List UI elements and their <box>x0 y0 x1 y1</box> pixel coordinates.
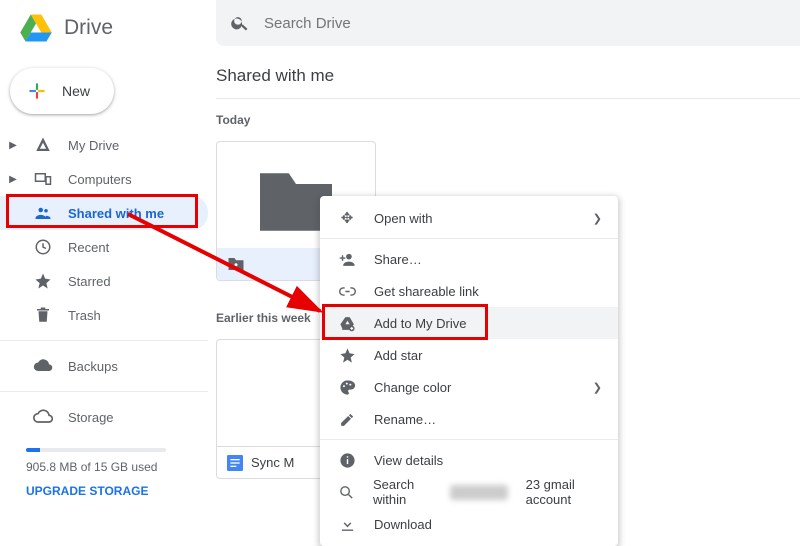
menu-get-link[interactable]: Get shareable link <box>320 275 618 307</box>
shared-folder-small-icon <box>227 255 245 273</box>
link-icon <box>338 283 356 300</box>
new-button[interactable]: New <box>10 68 114 114</box>
divider <box>0 391 208 392</box>
redacted-account-name: xxxxxxx <box>450 485 508 500</box>
page-title: Shared with me <box>216 56 800 98</box>
search-bar[interactable] <box>216 0 800 46</box>
sidebar-item-shared-with-me[interactable]: Shared with me <box>0 196 208 230</box>
divider <box>0 340 208 341</box>
search-input[interactable] <box>264 15 664 32</box>
sidebar: New ▶ My Drive ▶ Computers Shared with m… <box>0 56 208 516</box>
trash-icon <box>32 306 54 324</box>
menu-add-star[interactable]: Add star <box>320 339 618 371</box>
menu-share[interactable]: Share… <box>320 243 618 275</box>
star-icon <box>32 272 54 290</box>
divider <box>320 238 618 239</box>
search-icon <box>338 484 355 501</box>
rename-icon <box>338 411 356 428</box>
devices-icon <box>32 170 54 188</box>
menu-open-with[interactable]: ✥ Open with ❯ <box>320 202 618 234</box>
sidebar-item-label: Recent <box>68 240 109 255</box>
top-bar: Drive <box>0 0 800 56</box>
download-icon <box>338 516 356 533</box>
sidebar-item-label: Storage <box>68 410 114 425</box>
sidebar-item-label: Shared with me <box>68 206 164 221</box>
cloud-icon <box>32 356 54 376</box>
people-icon <box>32 204 54 222</box>
sidebar-item-label: My Drive <box>68 138 119 153</box>
docs-icon <box>227 455 243 471</box>
chevron-right-icon: ▶ <box>8 174 18 185</box>
divider <box>216 98 800 99</box>
menu-search-within[interactable]: Search within xxxxxxx 23 gmail account <box>320 476 618 508</box>
drive-logo-icon <box>18 10 54 46</box>
search-icon <box>230 13 250 33</box>
star-outline-icon <box>338 347 356 364</box>
person-add-icon <box>338 251 356 268</box>
storage-bar <box>26 448 166 452</box>
menu-add-to-drive[interactable]: Add to My Drive <box>320 307 618 339</box>
info-icon <box>338 452 356 469</box>
sidebar-item-storage[interactable]: Storage <box>0 400 208 434</box>
clock-icon <box>32 238 54 256</box>
app-logo[interactable]: Drive <box>0 10 216 46</box>
drive-add-icon <box>338 315 356 332</box>
menu-rename[interactable]: Rename… <box>320 403 618 435</box>
drive-icon <box>32 136 54 154</box>
new-button-label: New <box>62 83 90 99</box>
sidebar-item-label: Starred <box>68 274 111 289</box>
section-today-label: Today <box>216 113 800 127</box>
storage-used-text: 905.8 MB of 15 GB used <box>26 460 208 474</box>
menu-change-color[interactable]: Change color ❯ <box>320 371 618 403</box>
plus-icon <box>24 78 50 104</box>
open-with-icon: ✥ <box>338 209 356 227</box>
upgrade-storage-link[interactable]: UPGRADE STORAGE <box>26 484 208 498</box>
menu-view-details[interactable]: View details <box>320 444 618 476</box>
sidebar-item-recent[interactable]: Recent <box>0 230 208 264</box>
sidebar-item-label: Trash <box>68 308 101 323</box>
chevron-right-icon: ❯ <box>593 381 602 394</box>
chevron-right-icon: ❯ <box>593 212 602 225</box>
cloud-outline-icon <box>32 407 54 427</box>
sidebar-item-computers[interactable]: ▶ Computers <box>0 162 208 196</box>
storage-panel: 905.8 MB of 15 GB used UPGRADE STORAGE <box>0 434 208 498</box>
menu-download[interactable]: Download <box>320 508 618 540</box>
sidebar-item-label: Computers <box>68 172 132 187</box>
sidebar-item-backups[interactable]: Backups <box>0 349 208 383</box>
sidebar-item-my-drive[interactable]: ▶ My Drive <box>0 128 208 162</box>
sidebar-item-trash[interactable]: Trash <box>0 298 208 332</box>
context-menu: ✥ Open with ❯ Share… Get shareable link … <box>320 196 618 546</box>
sidebar-item-label: Backups <box>68 359 118 374</box>
app-name: Drive <box>64 16 113 40</box>
chevron-right-icon: ▶ <box>8 140 18 151</box>
sidebar-item-starred[interactable]: Starred <box>0 264 208 298</box>
palette-icon <box>338 379 356 396</box>
divider <box>320 439 618 440</box>
